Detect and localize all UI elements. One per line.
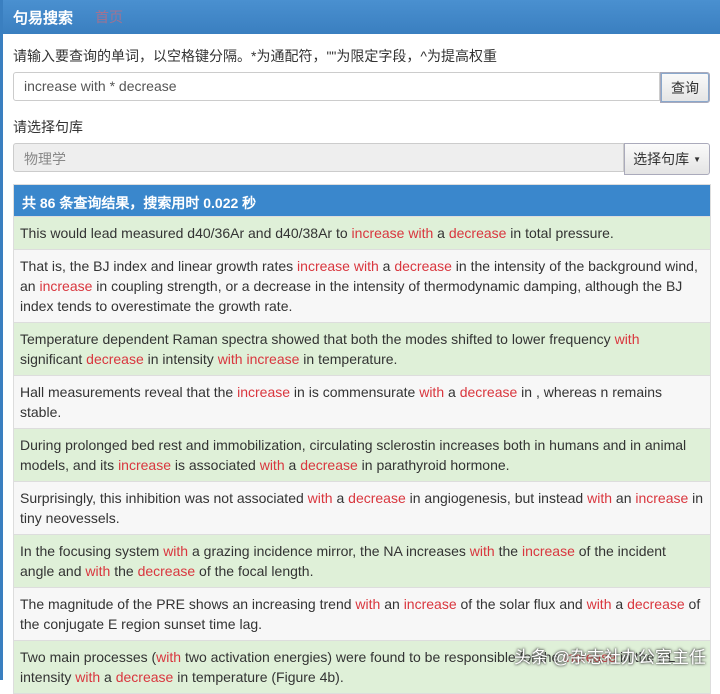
sentence-text: in coupling strength, or a decrease in t…: [20, 278, 683, 314]
results-panel: 共 86 条查询结果，搜索用时 0.022 秒 This would lead …: [13, 184, 711, 694]
sentence-text: Two main processes (: [20, 649, 157, 665]
sentence-text: in parathyroid hormone.: [357, 457, 510, 473]
highlighted-term: with: [355, 596, 381, 612]
sentence-text: Temperature dependent Raman spectra show…: [20, 331, 615, 347]
sentence-text: a: [444, 384, 460, 400]
highlighted-term: decrease: [300, 457, 358, 473]
result-item: That is, the BJ index and linear growth …: [14, 249, 710, 322]
nav-home-link[interactable]: 首页: [95, 7, 123, 27]
sentence-text: in temperature (Figure 4b).: [173, 669, 344, 685]
brand-link[interactable]: 句易搜索: [13, 7, 73, 28]
highlighted-term: increase: [521, 543, 575, 559]
highlighted-term: with: [614, 331, 640, 347]
sentence-text: of the focal length.: [195, 563, 314, 579]
sentence-text: an: [380, 596, 404, 612]
sentence-text: two activation energies) were found to b…: [181, 649, 564, 665]
sentence-text: significant: [20, 351, 87, 367]
sentence-text: in total pressure.: [506, 225, 614, 241]
result-item: Hall measurements reveal that the increa…: [14, 375, 710, 428]
sentence-text: That is, the BJ index and linear growth …: [20, 258, 298, 274]
results-list: This would lead measured d40/36Ar and d4…: [14, 216, 710, 693]
sentence-text: a: [433, 225, 449, 241]
highlighted-term: increase with: [351, 225, 434, 241]
library-button-label: 选择句库: [633, 151, 690, 167]
highlighted-term: decrease: [137, 563, 196, 579]
highlighted-term: with: [75, 669, 101, 685]
sentence-text: a: [378, 258, 395, 274]
sentence-text: Surprisingly, this inhibition was not as…: [20, 490, 308, 506]
library-dropdown-button[interactable]: 选择句库 ▼: [624, 143, 710, 175]
highlighted-term: with: [163, 543, 189, 559]
highlighted-term: with: [469, 543, 495, 559]
highlighted-term: increase: [635, 490, 689, 506]
highlighted-term: increase: [118, 457, 171, 473]
highlighted-term: with: [419, 384, 445, 400]
search-input[interactable]: increase with * decrease: [13, 72, 660, 101]
highlighted-term: decrease: [86, 351, 144, 367]
result-item: Temperature dependent Raman spectra show…: [14, 322, 710, 375]
highlighted-term: increase: [39, 278, 93, 294]
result-item: This would lead measured d40/36Ar and d4…: [14, 216, 710, 249]
sentence-text: a grazing incidence mirror, the NA incre…: [188, 543, 470, 559]
sentence-text: of the solar flux and: [456, 596, 587, 612]
highlighted-term: with: [85, 563, 111, 579]
sentence-text: an: [612, 490, 636, 506]
highlighted-term: decrease: [448, 225, 507, 241]
sentence-text: in intensity: [143, 351, 218, 367]
result-item: During prolonged bed rest and immobiliza…: [14, 428, 710, 481]
sentence-text: is associated: [170, 457, 260, 473]
sentence-text: the: [494, 543, 522, 559]
result-item: In the focusing system with a grazing in…: [14, 534, 710, 587]
sentence-text: in angiogenesis, but instead: [405, 490, 588, 506]
search-label: 请输入要查询的单词，以空格键分隔。*为通配符，""为限定字段，^为提高权重: [13, 48, 497, 64]
sentence-text: a: [332, 490, 349, 506]
sentence-text: a: [611, 596, 628, 612]
highlighted-term: with: [156, 649, 182, 665]
top-navbar: 句易搜索 首页: [3, 0, 720, 34]
search-button[interactable]: 查询: [660, 72, 710, 103]
sentence-text: a: [284, 457, 301, 473]
sentence-text: In the focusing system: [20, 543, 164, 559]
highlighted-term: increase: [403, 596, 457, 612]
highlighted-term: increase: [237, 384, 291, 400]
highlighted-term: decrease: [348, 490, 406, 506]
highlighted-term: with increase: [217, 351, 300, 367]
highlighted-term: decrease: [394, 258, 452, 274]
sentence-text: This would lead measured d40/36Ar and d4…: [20, 225, 352, 241]
result-item: The magnitude of the PRE shows an increa…: [14, 587, 710, 640]
library-label: 请选择句库: [13, 119, 83, 135]
caret-down-icon: ▼: [693, 154, 701, 164]
result-item: Surprisingly, this inhibition was not as…: [14, 481, 710, 534]
highlighted-term: decrease: [459, 384, 518, 400]
results-summary: 共 86 条查询结果，搜索用时 0.022 秒: [14, 185, 710, 216]
highlighted-term: decrease: [627, 596, 685, 612]
highlighted-term: increase with: [297, 258, 379, 274]
sentence-text: the: [110, 563, 138, 579]
sentence-text: Hall measurements reveal that the: [20, 384, 238, 400]
highlighted-term: with: [259, 457, 285, 473]
sentence-text: The magnitude of the PRE shows an increa…: [20, 596, 356, 612]
watermark: 头条 @杂志社办公室主任: [514, 648, 706, 667]
highlighted-term: with: [307, 490, 333, 506]
sentence-text: in is commensurate: [290, 384, 420, 400]
sentence-text: in temperature.: [299, 351, 398, 367]
highlighted-term: with: [586, 596, 612, 612]
library-input: 物理学: [13, 143, 625, 172]
sentence-text: a: [100, 669, 116, 685]
highlighted-term: decrease: [115, 669, 174, 685]
highlighted-term: with: [587, 490, 613, 506]
